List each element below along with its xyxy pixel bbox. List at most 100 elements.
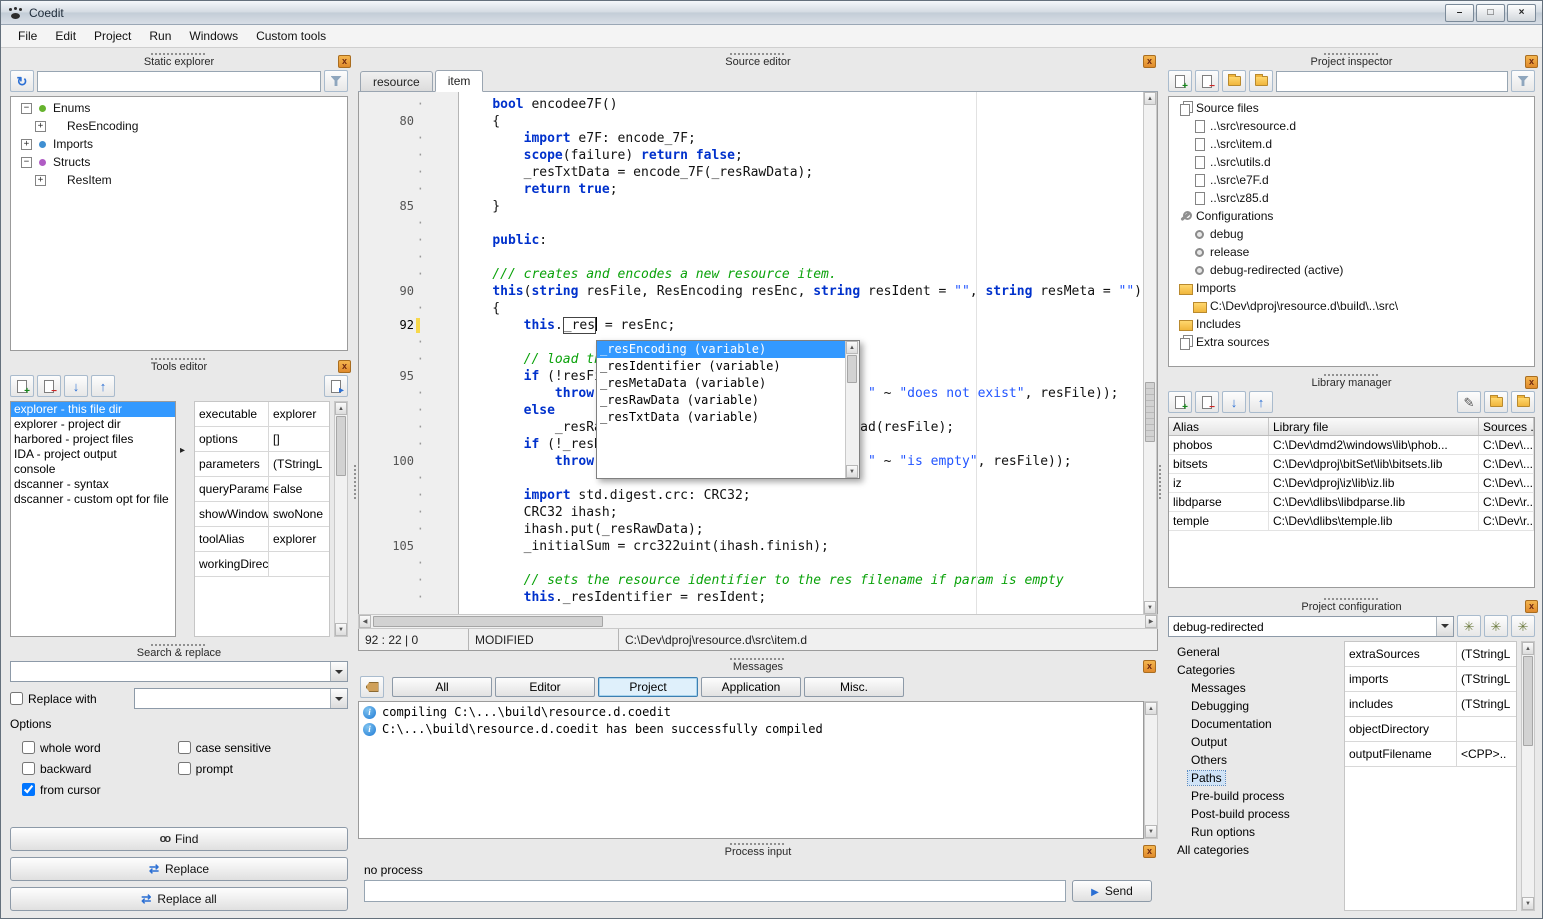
clear-messages-button[interactable] bbox=[360, 676, 384, 698]
editor-body[interactable]: ·80····85····90·92··95····100····105··· … bbox=[358, 92, 1158, 614]
completion-item[interactable]: _resTxtData (variable) bbox=[597, 409, 845, 426]
library-row[interactable]: temple C:\Dev\dlibs\temple.lib C:\Dev\r.… bbox=[1169, 512, 1534, 531]
send-button[interactable]: Send bbox=[1072, 880, 1152, 902]
category-item[interactable]: Output bbox=[1168, 733, 1340, 751]
process-input-field[interactable] bbox=[364, 880, 1066, 902]
property-value[interactable] bbox=[269, 552, 329, 576]
panel-close-button[interactable] bbox=[1525, 376, 1538, 389]
move-tool-up-button[interactable] bbox=[91, 375, 115, 397]
replace-button[interactable]: Replace bbox=[10, 857, 348, 881]
scroll-down-icon[interactable] bbox=[846, 465, 858, 478]
panel-grip[interactable] bbox=[730, 53, 786, 55]
menu-item[interactable]: Windows bbox=[180, 26, 247, 46]
panel-grip[interactable] bbox=[151, 53, 207, 55]
chevron-down-icon[interactable] bbox=[330, 662, 347, 681]
property-value[interactable]: swoNone bbox=[269, 502, 329, 526]
edit-library-button[interactable] bbox=[1457, 391, 1481, 413]
find-button[interactable]: Find bbox=[10, 827, 348, 851]
panel-grip[interactable] bbox=[151, 358, 207, 360]
tree-item[interactable]: + ResEncoding bbox=[11, 117, 347, 135]
maximize-button[interactable] bbox=[1476, 4, 1505, 22]
search-option-checkbox[interactable]: prompt bbox=[178, 758, 348, 779]
tree-item[interactable]: ..\src\resource.d bbox=[1169, 117, 1534, 135]
filter-button-misc[interactable]: Misc. bbox=[804, 677, 904, 697]
panel-grip[interactable] bbox=[1324, 374, 1380, 376]
editor-vscrollbar[interactable] bbox=[1143, 92, 1157, 614]
scroll-up-icon[interactable] bbox=[1144, 92, 1156, 105]
category-item[interactable]: General bbox=[1168, 643, 1340, 661]
tree-item[interactable]: Includes bbox=[1169, 315, 1534, 333]
property-value[interactable]: (TStringL bbox=[1457, 692, 1516, 716]
panel-close-button[interactable] bbox=[1525, 55, 1538, 68]
menu-item[interactable]: Custom tools bbox=[247, 26, 335, 46]
add-library-button[interactable] bbox=[1168, 391, 1192, 413]
tree-item[interactable]: debug-redirected (active) bbox=[1169, 261, 1534, 279]
tree-item[interactable]: Configurations bbox=[1169, 207, 1534, 225]
menu-item[interactable]: Project bbox=[85, 26, 140, 46]
filter-button[interactable] bbox=[324, 70, 348, 92]
category-item[interactable]: Categories bbox=[1168, 661, 1340, 679]
menu-item[interactable]: Edit bbox=[46, 26, 85, 46]
editor-tab[interactable]: item bbox=[435, 70, 484, 92]
open-library-button[interactable] bbox=[1484, 391, 1508, 413]
expander-icon[interactable]: + bbox=[35, 175, 46, 186]
save-project-button[interactable] bbox=[1249, 70, 1273, 92]
menu-item[interactable]: File bbox=[9, 26, 46, 46]
panel-close-button[interactable] bbox=[1525, 600, 1538, 613]
search-option-checkbox[interactable]: case sensitive bbox=[178, 737, 348, 758]
property-value[interactable]: <CPP>.. bbox=[1457, 742, 1516, 766]
replace-all-button[interactable]: Replace all bbox=[10, 887, 348, 911]
tree-item[interactable]: − Structs bbox=[11, 153, 347, 171]
chevron-down-icon[interactable] bbox=[1436, 617, 1453, 636]
configuration-combobox[interactable]: debug-redirected bbox=[1168, 616, 1454, 637]
category-item[interactable]: Debugging bbox=[1168, 697, 1340, 715]
tree-item[interactable]: ..\src\e7F.d bbox=[1169, 171, 1534, 189]
completion-item[interactable]: _resRawData (variable) bbox=[597, 392, 845, 409]
completion-item[interactable]: _resMetaData (variable) bbox=[597, 375, 845, 392]
editor-tab[interactable]: resource bbox=[360, 71, 433, 91]
tool-list-item[interactable]: IDA - project output bbox=[11, 447, 175, 462]
scroll-up-icon[interactable] bbox=[846, 341, 858, 354]
add-configuration-button[interactable] bbox=[1457, 615, 1481, 637]
move-library-down-button[interactable] bbox=[1222, 391, 1246, 413]
category-item[interactable]: Pre-build process bbox=[1168, 787, 1340, 805]
category-item[interactable]: Post-build process bbox=[1168, 805, 1340, 823]
tree-item[interactable]: Extra sources bbox=[1169, 333, 1534, 351]
tree-item[interactable]: + ResItem bbox=[11, 171, 347, 189]
source-editor-header[interactable]: Source editor bbox=[358, 51, 1158, 70]
run-tool-button[interactable] bbox=[324, 375, 348, 397]
category-item[interactable]: All categories bbox=[1168, 841, 1340, 859]
replace-with-check[interactable] bbox=[10, 692, 23, 705]
tree-item[interactable]: ..\src\z85.d bbox=[1169, 189, 1534, 207]
expander-icon[interactable]: − bbox=[21, 103, 32, 114]
inspector-search-input[interactable] bbox=[1276, 71, 1508, 92]
menu-item[interactable]: Run bbox=[140, 26, 180, 46]
remove-source-button[interactable] bbox=[1195, 70, 1219, 92]
minimize-button[interactable] bbox=[1445, 4, 1474, 22]
message-row[interactable]: compiling C:\...\build\resource.d.coedit bbox=[359, 704, 1143, 721]
property-value[interactable]: (TStringL bbox=[1457, 667, 1516, 691]
scroll-thumb[interactable] bbox=[847, 355, 857, 383]
add-tool-button[interactable] bbox=[10, 375, 34, 397]
completion-item[interactable]: _resEncoding (variable) bbox=[597, 341, 845, 358]
tree-item[interactable]: C:\Dev\dproj\resource.d\build\..\src\ bbox=[1169, 297, 1534, 315]
filter-button-project[interactable]: Project bbox=[598, 677, 698, 697]
panel-close-button[interactable] bbox=[1143, 660, 1156, 673]
option-check[interactable] bbox=[178, 762, 191, 775]
category-item[interactable]: Messages bbox=[1168, 679, 1340, 697]
refresh-button[interactable] bbox=[10, 70, 34, 92]
expander-icon[interactable]: + bbox=[21, 139, 32, 150]
library-row[interactable]: bitsets C:\Dev\dproj\bitSet\lib\bitsets.… bbox=[1169, 455, 1534, 474]
remove-library-button[interactable] bbox=[1195, 391, 1219, 413]
move-library-up-button[interactable] bbox=[1249, 391, 1273, 413]
panel-close-button[interactable] bbox=[338, 55, 351, 68]
search-replace-header[interactable]: Search & replace bbox=[5, 642, 353, 661]
scroll-up-icon[interactable] bbox=[1145, 702, 1157, 715]
scroll-up-icon[interactable] bbox=[1522, 642, 1534, 655]
message-row[interactable]: C:\...\build\resource.d.coedit has been … bbox=[359, 721, 1143, 738]
replace-with-checkbox[interactable]: Replace with bbox=[10, 692, 128, 706]
tree-item[interactable]: ..\src\item.d bbox=[1169, 135, 1534, 153]
filter-button-editor[interactable]: Editor bbox=[495, 677, 595, 697]
tree-item[interactable]: − Enums bbox=[11, 99, 347, 117]
move-tool-down-button[interactable] bbox=[64, 375, 88, 397]
